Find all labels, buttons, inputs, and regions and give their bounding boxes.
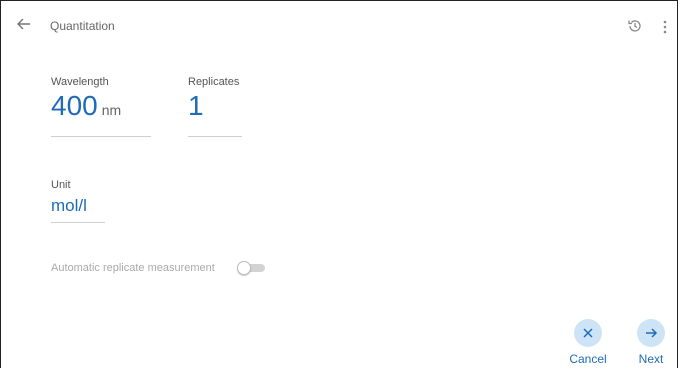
back-arrow-icon[interactable] [15,15,33,33]
quantitation-screen: Quantitation Wavelength 400 nm Replicates… [0,0,678,368]
cancel-label: Cancel [569,352,607,366]
unit-underline [51,222,105,223]
more-vert-icon[interactable] [661,19,669,35]
next-button[interactable]: Next [631,319,671,366]
wavelength-unit: nm [101,102,122,118]
toggle-knob [237,261,251,275]
history-icon[interactable] [627,18,643,34]
auto-replicate-toggle[interactable] [237,261,265,275]
wavelength-label: Wavelength [51,76,109,88]
arrow-right-icon [637,319,665,347]
close-icon [574,319,602,347]
cancel-button[interactable]: Cancel [564,319,612,366]
unit-value: mol/l [51,196,87,215]
unit-field[interactable]: Unit mol/l [51,179,105,216]
auto-replicate-label: Automatic replicate measurement [51,262,215,274]
next-label: Next [638,352,664,366]
replicates-value: 1 [188,90,204,121]
replicates-underline [188,136,242,137]
unit-label: Unit [51,179,71,191]
wavelength-field[interactable]: Wavelength 400 nm [51,76,151,122]
top-bar: Quantitation [1,1,677,51]
page-title: Quantitation [50,19,115,33]
wavelength-underline [51,136,151,137]
wavelength-value: 400 [51,90,98,121]
replicates-label: Replicates [188,76,240,88]
replicates-field[interactable]: Replicates 1 [188,76,242,122]
